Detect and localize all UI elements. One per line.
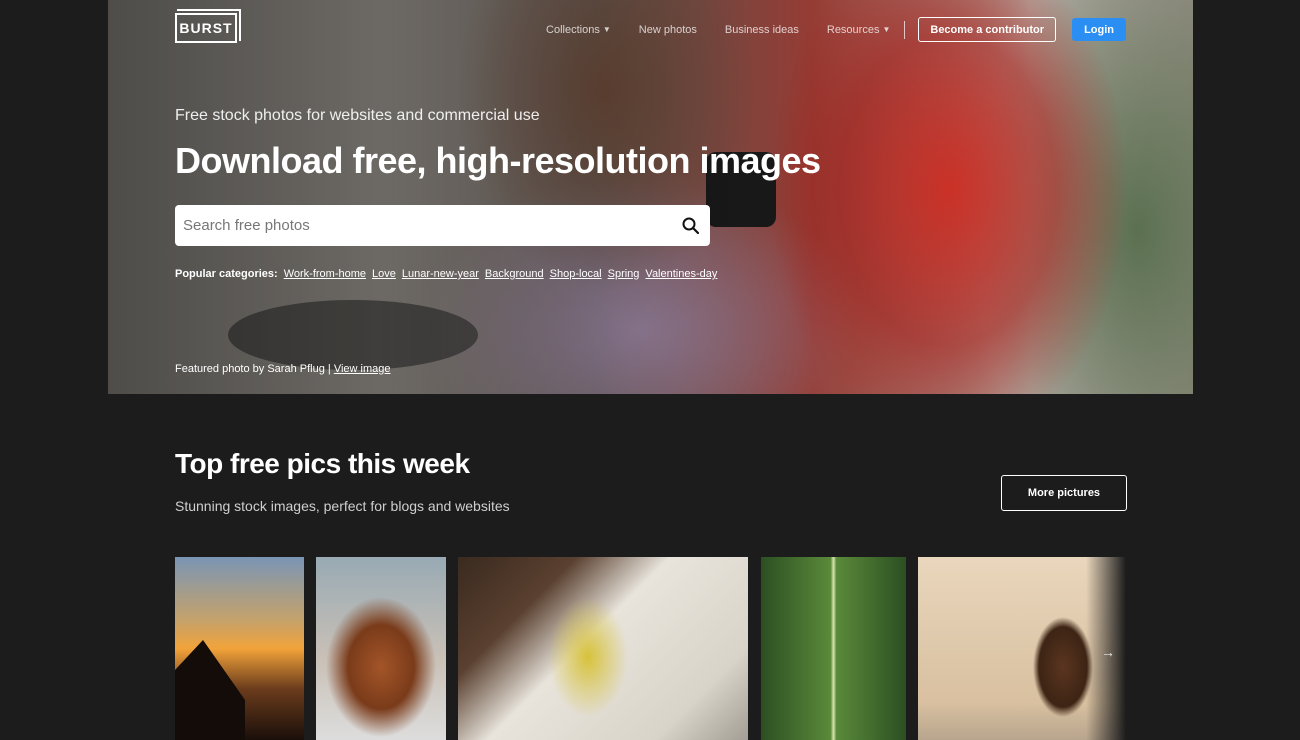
login-button[interactable]: Login [1072, 18, 1126, 41]
section-title: Top free pics this week [175, 448, 470, 479]
nav-new-photos-label: New photos [638, 23, 697, 36]
photo-thumb-poodle[interactable] [316, 557, 446, 740]
hero-tagline: Free stock photos for websites and comme… [175, 107, 540, 124]
caret-down-icon: ▼ [602, 25, 611, 34]
featured-credit: Featured photo by Sarah Pflug | View ima… [175, 363, 390, 375]
nav-divider [904, 20, 906, 39]
featured-credit-text: Featured photo by Sarah Pflug | [175, 363, 331, 375]
photo-thumb-door[interactable] [918, 557, 1126, 740]
category-link-spring[interactable]: Spring [608, 268, 640, 280]
nav-resources-label: Resources [826, 23, 880, 36]
search-bar [175, 205, 710, 246]
view-image-link[interactable]: View image [334, 363, 391, 375]
nav-business-ideas[interactable]: Business ideas [725, 24, 799, 36]
more-pictures-button[interactable]: More pictures [1001, 475, 1127, 511]
category-link-lunar-new-year[interactable]: Lunar-new-year [402, 268, 479, 280]
photo-thumb-sunset-hiker[interactable] [175, 557, 304, 740]
nav-new-photos[interactable]: New photos [639, 24, 697, 36]
photo-thumb-painting-sketch[interactable] [458, 557, 748, 740]
section-subtitle: Stunning stock images, perfect for blogs… [175, 498, 510, 514]
photo-thumb-green-leaf[interactable] [761, 557, 906, 740]
hero-banner: BURST Collections ▼ New photos Business … [108, 0, 1193, 394]
category-link-shop-local[interactable]: Shop-local [550, 268, 602, 280]
arrow-right-icon[interactable]: → [1101, 644, 1115, 660]
category-link-work-from-home[interactable]: Work-from-home [284, 268, 366, 280]
top-nav: Collections ▼ New photos Business ideas … [518, 17, 1126, 42]
search-icon[interactable] [670, 217, 710, 234]
hero-headline: Download free, high-resolution images [175, 140, 821, 181]
nav-collections[interactable]: Collections ▼ [546, 24, 611, 36]
nav-business-ideas-label: Business ideas [724, 23, 799, 36]
search-input[interactable] [175, 205, 670, 246]
category-link-background[interactable]: Background [485, 268, 544, 280]
become-contributor-button[interactable]: Become a contributor [918, 17, 1057, 42]
category-link-love[interactable]: Love [372, 268, 396, 280]
nav-collections-label: Collections [546, 23, 600, 36]
category-link-valentines-day[interactable]: Valentines-day [645, 268, 717, 280]
burst-logo[interactable]: BURST [175, 9, 241, 43]
popular-categories: Popular categories: Work-from-home Love … [175, 268, 723, 280]
caret-down-icon: ▼ [882, 25, 891, 34]
nav-resources[interactable]: Resources ▼ [827, 24, 891, 36]
popular-categories-label: Popular categories: [175, 268, 278, 280]
